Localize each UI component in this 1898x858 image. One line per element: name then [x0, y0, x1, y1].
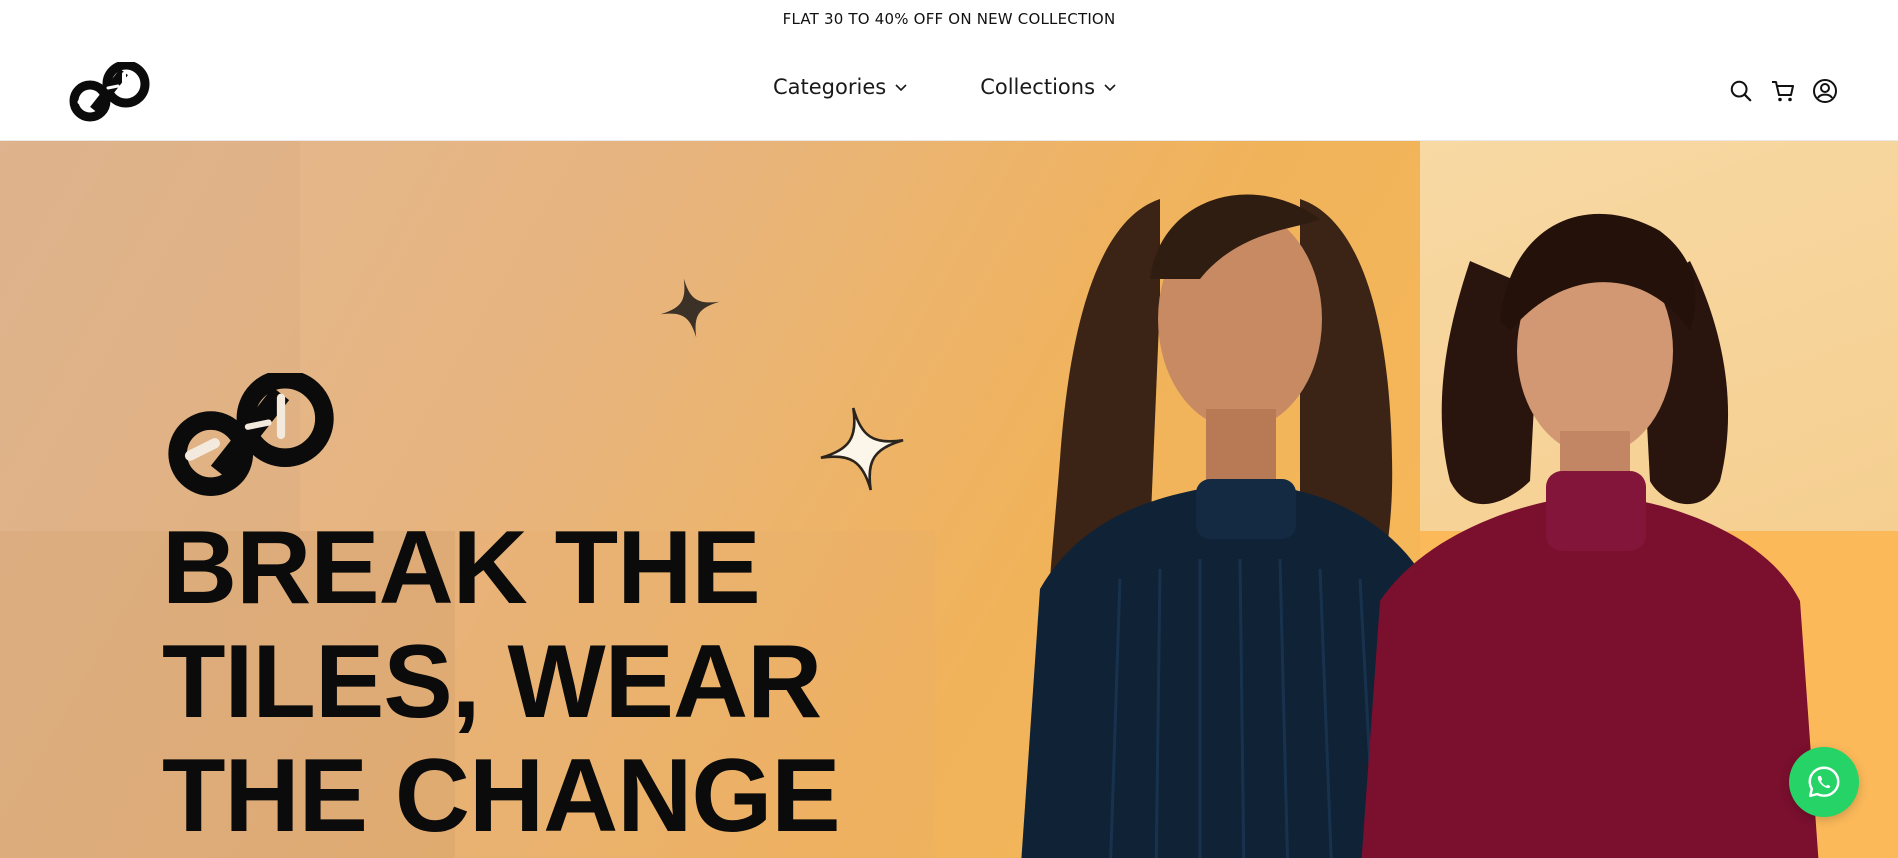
nav-collections-label: Collections — [980, 75, 1096, 99]
main-nav: Categories Collections — [773, 75, 1117, 99]
header-icons — [1728, 78, 1838, 104]
account-icon[interactable] — [1812, 78, 1838, 104]
search-icon[interactable] — [1728, 78, 1754, 104]
whatsapp-icon — [1808, 766, 1840, 798]
hero-banner[interactable]: BREAK THE TILES, WEAR THE CHANGE — [0, 141, 1898, 858]
announcement-text: FLAT 30 TO 40% OFF ON NEW COLLECTION — [782, 10, 1116, 28]
sparkle-icon — [660, 278, 720, 338]
headline-line: BREAK THE — [162, 510, 761, 626]
nav-categories-label: Categories — [773, 75, 887, 99]
logo-icon[interactable] — [68, 60, 150, 122]
headline-line: THE CHANGE — [162, 738, 841, 854]
announcement-bar: FLAT 30 TO 40% OFF ON NEW COLLECTION — [0, 0, 1898, 38]
nav-categories[interactable]: Categories — [773, 75, 908, 99]
headline-line: TILES, WEAR — [162, 624, 822, 740]
brand-logo-icon — [164, 369, 336, 497]
chevron-down-icon — [1104, 84, 1116, 92]
chevron-down-icon — [895, 84, 907, 92]
nav-collections[interactable]: Collections — [980, 75, 1117, 99]
site-header: Categories Collections — [0, 38, 1898, 141]
model-maroon-sweater — [1361, 213, 1819, 858]
cart-icon[interactable] — [1770, 78, 1796, 104]
whatsapp-button[interactable] — [1789, 747, 1859, 817]
sparkle-icon — [820, 407, 904, 491]
hero-headline: BREAK THE TILES, WEAR THE CHANGE — [162, 511, 922, 853]
